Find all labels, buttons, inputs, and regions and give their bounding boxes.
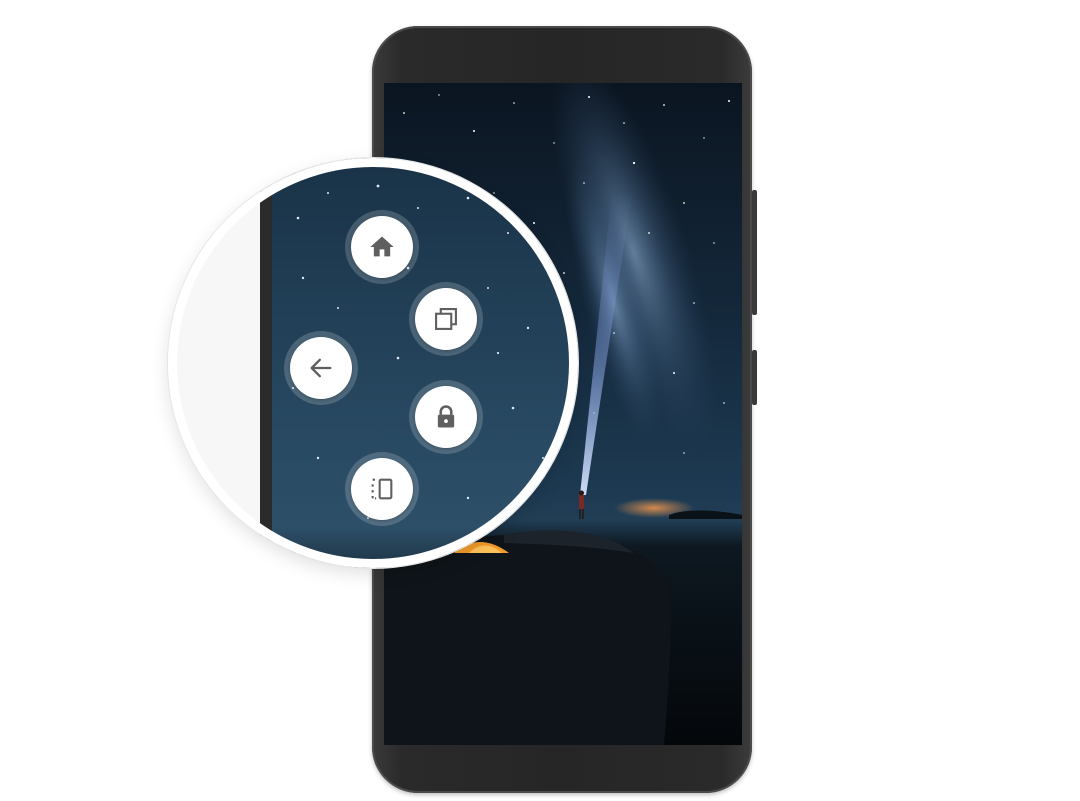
promo-stage <box>0 0 1080 801</box>
power-key <box>752 190 757 315</box>
recent-apps-button[interactable] <box>409 282 483 356</box>
back-arrow-icon <box>310 358 332 378</box>
lock-icon <box>437 405 455 428</box>
home-icon <box>370 236 394 257</box>
rotate-screen-button[interactable] <box>345 452 419 526</box>
back-button[interactable] <box>284 331 358 405</box>
screen-rotate-icon <box>371 478 393 500</box>
volume-key <box>752 350 757 405</box>
home-button[interactable] <box>345 210 419 284</box>
lock-screen-button[interactable] <box>409 380 483 454</box>
recent-apps-icon <box>435 308 457 330</box>
